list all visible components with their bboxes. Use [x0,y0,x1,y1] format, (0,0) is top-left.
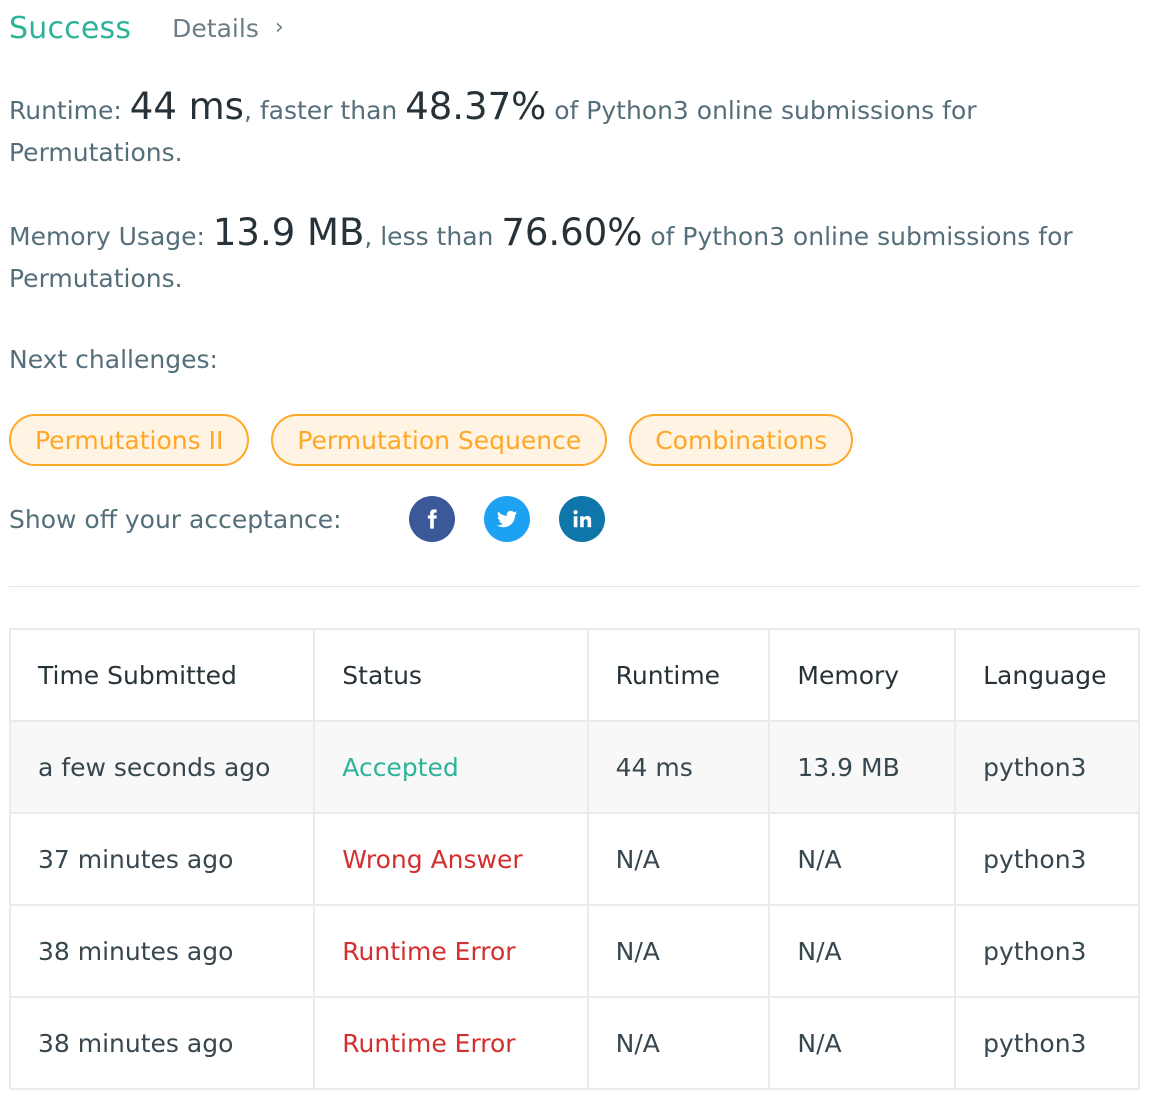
table-row: 38 minutes ago Runtime Error N/A N/A pyt… [8,996,1140,1090]
cell-runtime: 44 ms [586,720,771,814]
column-header-time-submitted: Time Submitted [8,628,316,722]
memory-percentile: 76.60% [501,211,643,254]
memory-summary: Memory Usage: 13.9 MB, less than 76.60% … [9,212,1129,300]
column-header-language: Language [954,628,1140,722]
cell-language: python3 [954,812,1140,906]
cell-status: Accepted [313,720,589,814]
runtime-summary: Runtime: 44 ms, faster than 48.37% of Py… [9,86,1129,174]
status-link[interactable]: Accepted [342,753,458,782]
section-divider [9,586,1140,587]
status-link[interactable]: Runtime Error [342,1029,515,1058]
twitter-icon [497,510,517,528]
share-label: Show off your acceptance: [9,504,342,534]
table-row: a few seconds ago Accepted 44 ms 13.9 MB… [8,720,1140,814]
column-header-status: Status [313,628,589,722]
twitter-share-button[interactable] [484,496,530,542]
share-bar: Show off your acceptance: [9,496,634,542]
cell-language: python3 [954,904,1140,998]
cell-language: python3 [954,996,1140,1090]
challenge-permutation-sequence[interactable]: Permutation Sequence [271,414,608,466]
next-challenges-label: Next challenges: [9,345,218,374]
chevron-right-icon: › [274,15,284,40]
cell-memory: N/A [768,812,957,906]
runtime-label: Runtime: [9,96,122,125]
runtime-value: 44 ms [129,85,244,128]
memory-value: 13.9 MB [212,211,365,254]
facebook-share-button[interactable] [409,496,455,542]
runtime-problem: Permutations. [9,138,183,167]
challenge-permutations-ii[interactable]: Permutations II [9,414,250,466]
next-challenges-list: Permutations II Permutation Sequence Com… [9,414,854,466]
memory-comparison: , less than [364,222,494,251]
result-header: Success Details › [9,8,284,48]
runtime-suffix: of Python3 online submissions for [554,96,977,125]
linkedin-share-button[interactable] [559,496,605,542]
facebook-icon [427,509,437,529]
cell-runtime: N/A [586,904,771,998]
cell-status: Runtime Error [313,904,589,998]
status-link[interactable]: Wrong Answer [342,845,522,874]
cell-time: 38 minutes ago [8,996,316,1090]
cell-language: python3 [954,720,1140,814]
cell-memory: N/A [768,996,957,1090]
table-row: 38 minutes ago Runtime Error N/A N/A pyt… [8,904,1140,998]
memory-suffix: of Python3 online submissions for [650,222,1073,251]
column-header-memory: Memory [768,628,957,722]
column-header-runtime: Runtime [586,628,771,722]
memory-problem: Permutations. [9,264,183,293]
submission-result-page: Success Details › Runtime: 44 ms, faster… [0,0,1162,1118]
cell-status: Runtime Error [313,996,589,1090]
cell-status: Wrong Answer [313,812,589,906]
cell-runtime: N/A [586,812,771,906]
runtime-comparison: , faster than [243,96,398,125]
cell-runtime: N/A [586,996,771,1090]
cell-memory: N/A [768,904,957,998]
table-header-row: Time Submitted Status Runtime Memory Lan… [8,628,1140,722]
memory-label: Memory Usage: [9,222,205,251]
cell-time: 38 minutes ago [8,904,316,998]
challenge-combinations[interactable]: Combinations [629,414,854,466]
details-label: Details [172,13,259,43]
cell-time: 37 minutes ago [8,812,316,906]
cell-memory: 13.9 MB [768,720,957,814]
details-link[interactable]: Details › [172,14,283,43]
runtime-percentile: 48.37% [405,85,547,128]
result-status: Success [9,10,132,46]
submissions-table: Time Submitted Status Runtime Memory Lan… [8,628,1140,1090]
linkedin-icon [573,510,592,528]
table-row: 37 minutes ago Wrong Answer N/A N/A pyth… [8,812,1140,906]
cell-time: a few seconds ago [8,720,316,814]
status-link[interactable]: Runtime Error [342,937,515,966]
